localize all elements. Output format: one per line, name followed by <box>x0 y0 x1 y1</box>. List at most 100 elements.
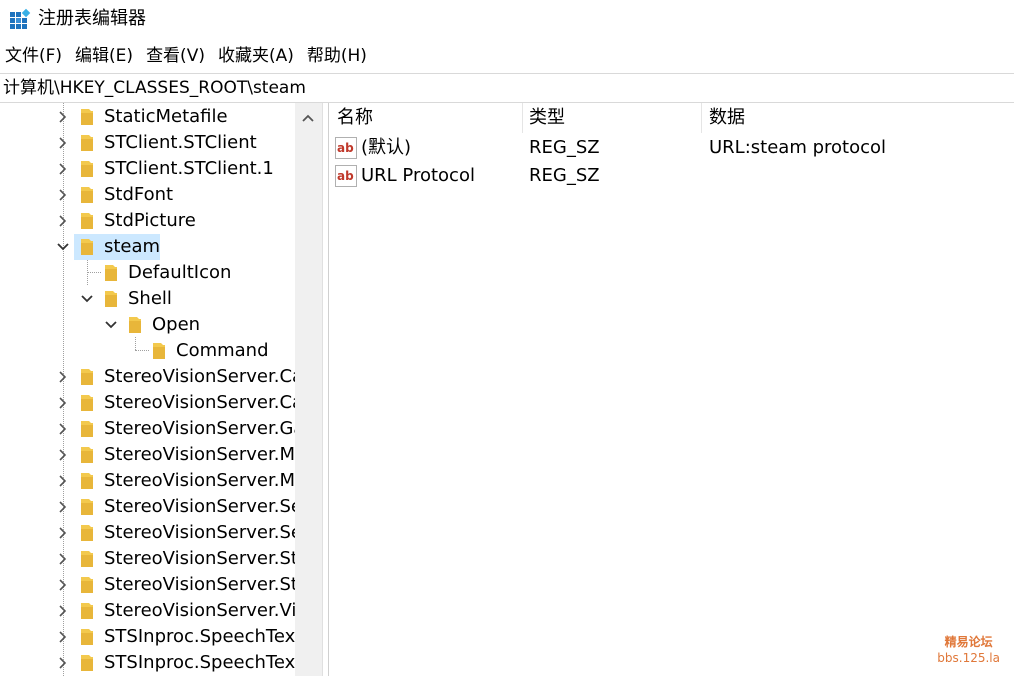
tree-item-label: StereoVisionServer.Set <box>104 496 310 517</box>
tree-item-label: StereoVisionServer.Vid <box>104 600 308 621</box>
address-bar[interactable]: 计算机\HKEY_CLASSES_ROOT\steam <box>0 73 1014 103</box>
menu-view[interactable]: 查看(V) <box>141 42 213 70</box>
folder-icon <box>129 317 141 333</box>
menu-bar: 文件(F) 编辑(E) 查看(V) 收藏夹(A) 帮助(H) <box>0 42 1014 70</box>
watermark-url: bbs.125.la <box>937 651 1000 665</box>
svg-text:ab: ab <box>337 169 354 183</box>
chevron-right-icon[interactable] <box>55 369 71 385</box>
column-header-data[interactable]: 数据 <box>701 103 1014 133</box>
tree-scrollbar[interactable] <box>295 103 322 676</box>
key-tree[interactable]: StaticMetafile STClient.STClient STClien… <box>0 103 322 676</box>
value-row-url-protocol[interactable]: ab URL Protocol REG_SZ <box>329 162 1014 190</box>
svg-text:ab: ab <box>337 141 354 155</box>
tree-item[interactable]: StdFont <box>0 182 295 208</box>
column-header-type[interactable]: 类型 <box>521 103 701 133</box>
tree-item[interactable]: StereoVisionServer.Gar <box>0 416 312 442</box>
tree-item-shell[interactable]: Shell <box>0 286 295 312</box>
tree-item-label: Shell <box>128 288 172 309</box>
chevron-right-icon[interactable] <box>55 447 71 463</box>
address-path[interactable]: 计算机\HKEY_CLASSES_ROOT\steam <box>3 77 306 99</box>
tree-item-label: steam <box>104 236 161 257</box>
chevron-down-icon[interactable] <box>79 291 95 307</box>
folder-icon <box>81 213 93 229</box>
folder-icon <box>81 239 93 255</box>
tree-item[interactable]: StereoVisionServer.Ma <box>0 468 306 494</box>
value-type: REG_SZ <box>529 165 600 186</box>
menu-file[interactable]: 文件(F) <box>0 42 70 70</box>
menu-help[interactable]: 帮助(H) <box>302 42 375 70</box>
chevron-right-icon[interactable] <box>55 161 71 177</box>
watermark: 精易论坛 bbs.125.la <box>937 634 1000 666</box>
folder-icon <box>81 655 93 671</box>
tree-item[interactable]: StereoVisionServer.Ma <box>0 442 306 468</box>
folder-icon <box>81 135 93 151</box>
chevron-down-icon[interactable] <box>103 317 119 333</box>
folder-icon <box>81 395 93 411</box>
tree-item-defaulticon[interactable]: DefaultIcon <box>0 260 295 286</box>
tree-item-label: StereoVisionServer.Ste <box>104 574 310 595</box>
folder-icon <box>81 629 93 645</box>
value-row-default[interactable]: ab (默认) REG_SZ URL:steam protocol <box>329 134 1014 162</box>
value-name: (默认) <box>361 137 412 158</box>
folder-icon <box>81 499 93 515</box>
folder-icon <box>81 473 93 489</box>
tree-item[interactable]: STSInproc.SpeechTextS <box>0 624 314 650</box>
chevron-right-icon[interactable] <box>55 655 71 671</box>
scroll-up-arrow-icon[interactable] <box>301 111 315 125</box>
tree-item[interactable]: STSInproc.SpeechTextS <box>0 650 314 676</box>
chevron-right-icon[interactable] <box>55 629 71 645</box>
tree-item-label: Open <box>152 314 201 335</box>
tree-item[interactable]: StaticMetafile <box>0 104 295 130</box>
folder-icon <box>105 265 117 281</box>
tree-item-label: StereoVisionServer.Ma <box>104 444 307 465</box>
folder-icon <box>105 291 117 307</box>
tree-item[interactable]: StereoVisionServer.Vid <box>0 598 308 624</box>
tree-item-label: StereoVisionServer.Gar <box>104 418 312 439</box>
values-list[interactable]: 名称 类型 数据 ab (默认) REG_SZ URL:steam protoc… <box>328 103 1014 676</box>
chevron-right-icon[interactable] <box>55 395 71 411</box>
chevron-right-icon[interactable] <box>55 525 71 541</box>
tree-item-open[interactable]: Open <box>0 312 295 338</box>
menu-favorites[interactable]: 收藏夹(A) <box>213 42 302 70</box>
chevron-right-icon[interactable] <box>55 577 71 593</box>
chevron-right-icon[interactable] <box>55 551 71 567</box>
tree-item-label: StereoVisionServer.Ste <box>104 548 310 569</box>
value-name: URL Protocol <box>361 165 475 186</box>
chevron-right-icon[interactable] <box>55 109 71 125</box>
tree-item[interactable]: STClient.STClient <box>0 130 295 156</box>
chevron-right-icon[interactable] <box>55 213 71 229</box>
window-title: 注册表编辑器 <box>38 8 146 29</box>
tree-item[interactable]: StereoVisionServer.Cat <box>0 364 310 390</box>
folder-icon <box>81 109 93 125</box>
chevron-right-icon[interactable] <box>55 187 71 203</box>
chevron-right-icon[interactable] <box>55 135 71 151</box>
tree-item[interactable]: StereoVisionServer.Ste <box>0 572 309 598</box>
chevron-right-icon[interactable] <box>55 499 71 515</box>
tree-item-label: STClient.STClient <box>104 132 257 153</box>
value-data: URL:steam protocol <box>709 137 886 158</box>
tree-item[interactable]: STClient.STClient.1 <box>0 156 295 182</box>
tree-item-label: StereoVisionServer.Cat <box>104 392 311 413</box>
tree-item-label: StdPicture <box>104 210 196 231</box>
chevron-down-icon[interactable] <box>55 239 71 255</box>
tree-item-label: STSInproc.SpeechTextS <box>104 652 314 673</box>
tree-item-command[interactable]: Command <box>0 338 295 364</box>
folder-icon <box>81 603 93 619</box>
chevron-right-icon[interactable] <box>55 473 71 489</box>
folder-icon <box>81 161 93 177</box>
menu-edit[interactable]: 编辑(E) <box>70 42 141 70</box>
tree-item[interactable]: StereoVisionServer.Ste <box>0 546 309 572</box>
tree-item-label: StdFont <box>104 184 174 205</box>
tree-item-label: DefaultIcon <box>128 262 232 283</box>
string-value-icon: ab <box>335 137 357 159</box>
tree-item-steam[interactable]: steam <box>0 234 295 260</box>
tree-item-label: STClient.STClient.1 <box>104 158 274 179</box>
chevron-right-icon[interactable] <box>55 603 71 619</box>
title-bar: 注册表编辑器 <box>0 0 1014 40</box>
tree-item[interactable]: StdPicture <box>0 208 295 234</box>
tree-item[interactable]: StereoVisionServer.Set <box>0 494 309 520</box>
tree-item[interactable]: StereoVisionServer.Set <box>0 520 309 546</box>
chevron-right-icon[interactable] <box>55 421 71 437</box>
tree-item[interactable]: StereoVisionServer.Cat <box>0 390 310 416</box>
column-header-name[interactable]: 名称 <box>329 103 522 133</box>
